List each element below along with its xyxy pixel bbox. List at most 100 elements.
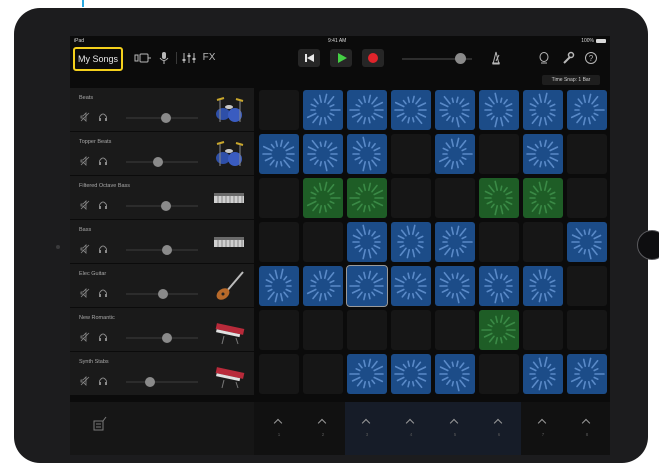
empty-cell[interactable] [303,354,343,394]
column-trigger[interactable]: 5 [433,402,477,455]
empty-cell[interactable] [567,134,607,174]
volume-slider-knob[interactable] [160,201,171,211]
loop-cell[interactable] [259,134,299,174]
loop-cell[interactable] [347,222,387,262]
loop-cell[interactable] [303,178,343,218]
empty-cell[interactable] [259,310,299,350]
headphones-icon[interactable] [98,244,108,256]
column-trigger[interactable]: 6 [477,402,521,455]
empty-cell[interactable] [391,134,431,174]
headphones-icon[interactable] [98,200,108,212]
track-header[interactable]: New Romantic [70,308,254,352]
microphone-icon[interactable] [158,51,170,65]
mute-icon[interactable] [80,112,90,124]
my-songs-button[interactable]: My Songs [73,47,123,71]
loop-cell[interactable] [435,266,475,306]
loop-cell[interactable] [523,354,563,394]
empty-cell[interactable] [391,178,431,218]
track-header[interactable]: Filtered Octave Bass [70,176,254,220]
volume-slider-knob[interactable] [162,333,173,343]
loop-cell[interactable] [391,354,431,394]
empty-cell[interactable] [391,310,431,350]
mute-icon[interactable] [80,156,90,168]
volume-slider-knob[interactable] [162,245,173,255]
loop-cell[interactable] [479,178,519,218]
empty-cell[interactable] [479,222,519,262]
column-trigger[interactable]: 2 [301,402,345,455]
loop-cell[interactable] [347,90,387,130]
headphones-icon[interactable] [98,112,108,124]
track-header[interactable]: Beats [70,88,254,132]
loop-cell[interactable] [479,310,519,350]
loop-cell[interactable] [435,354,475,394]
volume-slider-knob[interactable] [153,157,164,167]
column-trigger[interactable]: 1 [257,402,301,455]
loop-browser-icon[interactable] [537,51,551,65]
headphones-icon[interactable] [98,288,108,300]
play-button[interactable] [330,49,352,67]
column-trigger[interactable]: 7 [521,402,565,455]
loop-cell[interactable] [347,354,387,394]
loop-cell[interactable] [523,266,563,306]
mute-icon[interactable] [80,376,90,388]
column-trigger[interactable]: 4 [389,402,433,455]
headphones-icon[interactable] [98,156,108,168]
loop-cell[interactable] [479,266,519,306]
empty-cell[interactable] [479,354,519,394]
loop-cell[interactable] [303,90,343,130]
time-snap-label[interactable]: Time Snap: 1 Bar [542,75,600,85]
metronome-icon[interactable] [488,51,504,65]
empty-cell[interactable] [523,222,563,262]
empty-cell[interactable] [479,134,519,174]
headphones-icon[interactable] [98,332,108,344]
track-header[interactable]: Topper Beats [70,132,254,176]
mute-icon[interactable] [80,332,90,344]
empty-cell[interactable] [347,310,387,350]
column-trigger[interactable]: 3 [345,402,389,455]
loop-cell[interactable] [567,222,607,262]
wrench-icon[interactable] [561,51,575,65]
loop-cell[interactable] [346,265,388,307]
column-trigger[interactable]: 8 [565,402,609,455]
loop-cell[interactable] [523,134,563,174]
volume-slider-knob[interactable] [144,377,155,387]
loop-cell[interactable] [303,266,343,306]
volume-slider-knob[interactable] [160,113,171,123]
home-button[interactable] [637,230,659,260]
loop-cell[interactable] [391,222,431,262]
mute-icon[interactable] [80,244,90,256]
loop-cell[interactable] [435,222,475,262]
track-header[interactable]: Elec Guitar [70,264,254,308]
empty-cell[interactable] [259,90,299,130]
mute-icon[interactable] [80,288,90,300]
fx-button[interactable]: FX [201,51,217,65]
loop-cell[interactable] [391,266,431,306]
loop-cell[interactable] [303,134,343,174]
loop-cell[interactable] [479,90,519,130]
sound-browser-icon[interactable] [92,416,108,432]
loop-cell[interactable] [567,90,607,130]
mute-icon[interactable] [80,200,90,212]
empty-cell[interactable] [567,310,607,350]
empty-cell[interactable] [567,178,607,218]
loop-cell[interactable] [523,90,563,130]
mixer-icon[interactable] [181,51,197,65]
empty-cell[interactable] [523,310,563,350]
empty-cell[interactable] [567,266,607,306]
empty-cell[interactable] [259,222,299,262]
help-icon[interactable]: ? [584,51,598,65]
loop-cell[interactable] [391,90,431,130]
rewind-button[interactable] [298,49,320,67]
empty-cell[interactable] [303,310,343,350]
volume-slider-track[interactable] [126,381,198,383]
loop-cell[interactable] [435,134,475,174]
empty-cell[interactable] [259,354,299,394]
loop-cell[interactable] [259,266,299,306]
loop-cell[interactable] [567,354,607,394]
loop-cell[interactable] [347,134,387,174]
master-volume-knob[interactable] [455,53,466,64]
headphones-icon[interactable] [98,376,108,388]
track-header[interactable]: Synth Stabs [70,352,254,396]
record-button[interactable] [362,49,384,67]
loop-cell[interactable] [347,178,387,218]
